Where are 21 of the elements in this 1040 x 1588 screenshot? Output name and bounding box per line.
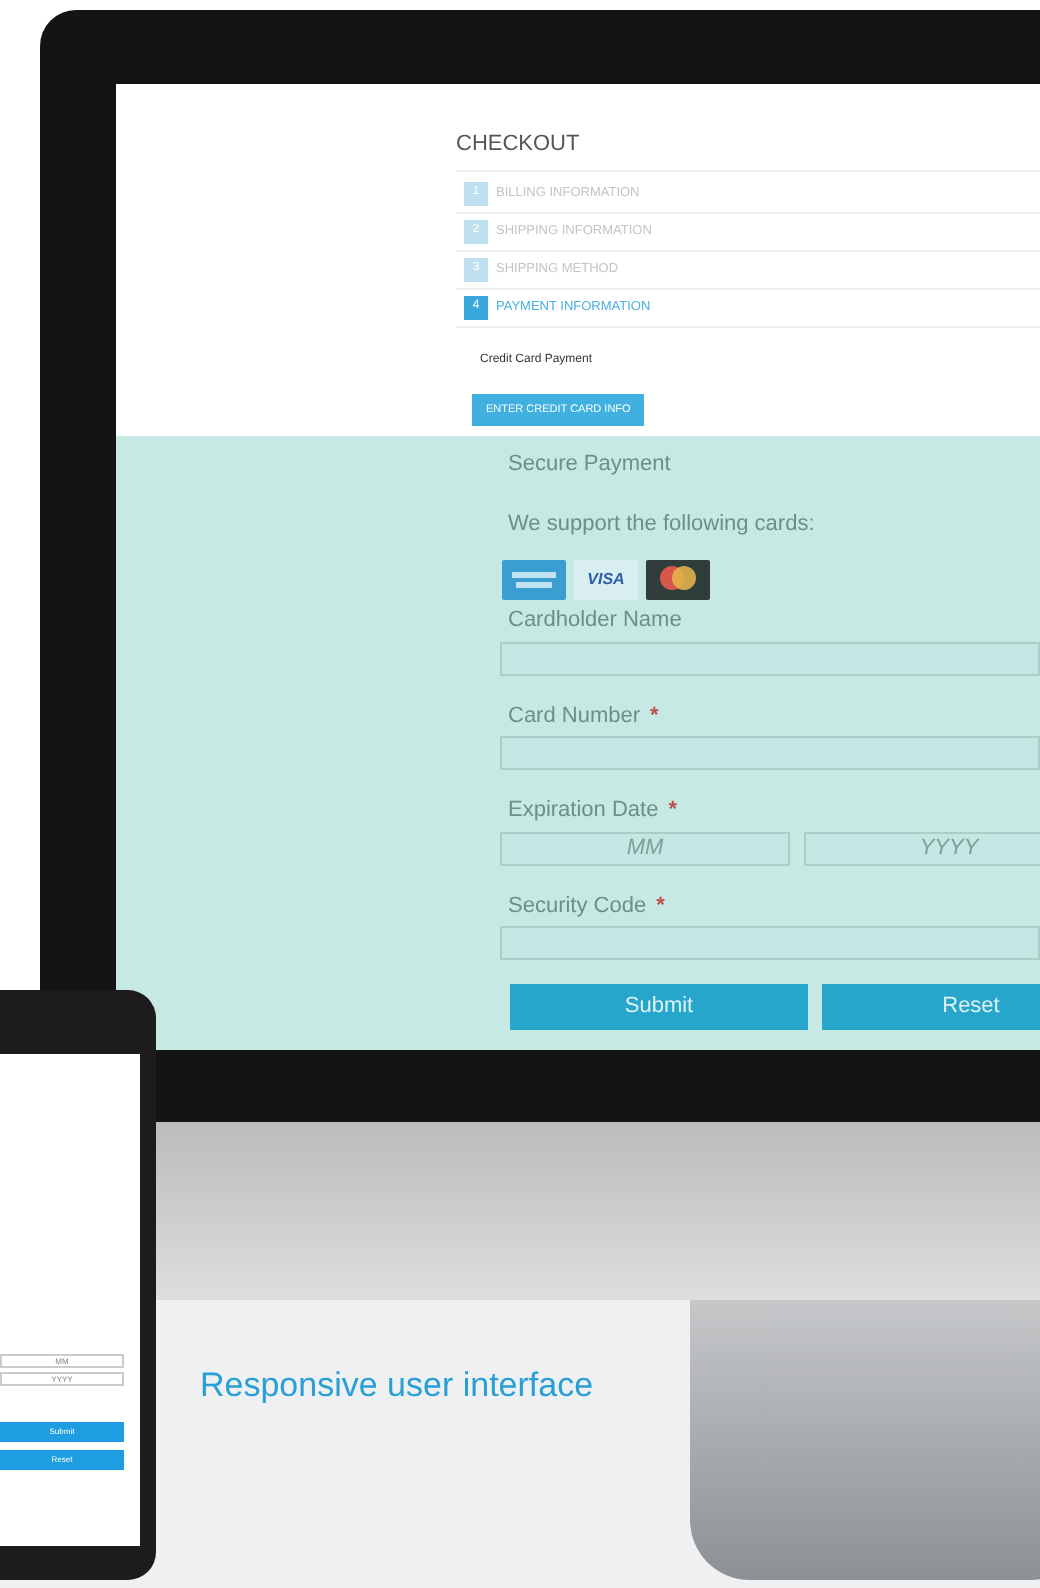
field-label: Cardholder Name <box>508 606 682 636</box>
input-field[interactable]: MM <box>500 831 790 865</box>
credit-card-icon <box>502 560 566 600</box>
form-button[interactable]: Reset <box>822 984 1040 1030</box>
field-label: Card Number <box>508 701 641 731</box>
input-field[interactable] <box>500 641 1040 675</box>
card-circles-icon <box>646 560 710 600</box>
field-label: Expiration Date <box>508 796 659 826</box>
required-mark: * <box>668 796 677 826</box>
cards-text: We support the following cards: <box>508 509 817 539</box>
input-field[interactable] <box>500 926 1040 960</box>
field-label: Security Code <box>508 891 647 921</box>
required-mark: * <box>656 891 665 921</box>
input-field[interactable]: YYYY <box>804 831 1040 865</box>
required-mark: * <box>650 701 659 731</box>
checkout-title: CHECKOUT <box>456 128 1040 171</box>
caption: Responsive user interface <box>200 1364 594 1408</box>
input-field[interactable] <box>500 736 1040 770</box>
visa-logo: VISA <box>574 560 638 600</box>
form-button[interactable]: Submit <box>510 984 808 1030</box>
payment-title: Secure Payment <box>508 450 673 480</box>
